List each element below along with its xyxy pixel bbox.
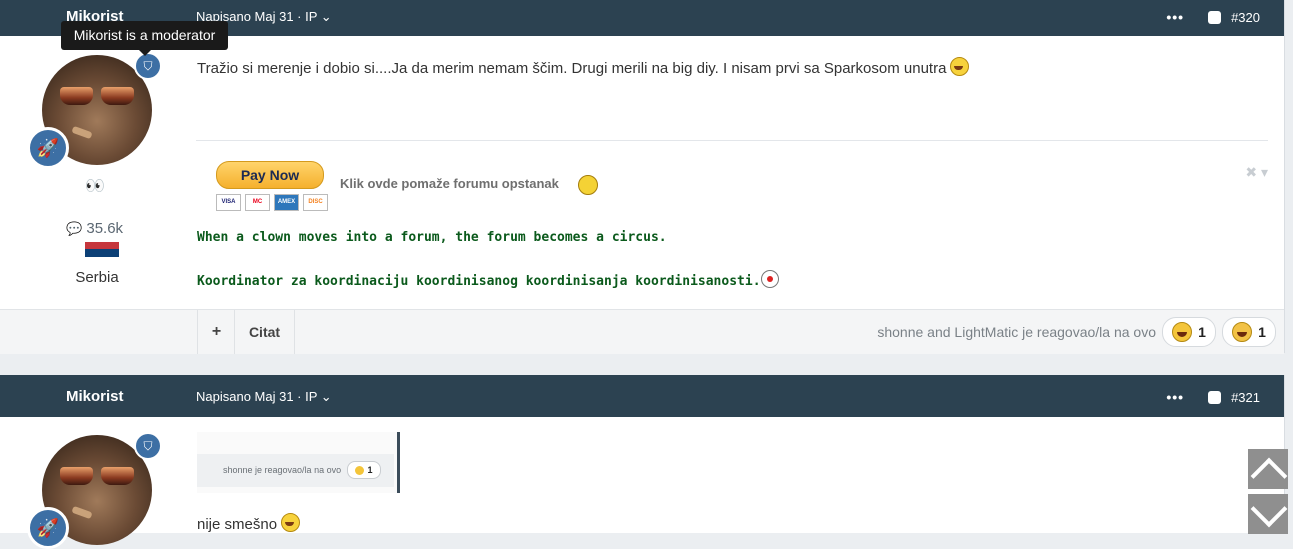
laughing-face-icon bbox=[355, 465, 365, 475]
post-controls: + Citat shonne and LightMatic je reagova… bbox=[0, 309, 1284, 354]
clown-face-icon bbox=[760, 270, 779, 288]
amex-card-icon: AMEX bbox=[274, 194, 299, 211]
avatar-cigar bbox=[71, 125, 93, 140]
more-options-icon[interactable]: ••• bbox=[1166, 9, 1184, 25]
flag-stripe-blue bbox=[85, 249, 119, 257]
payment-cards: VISA MC AMEX DISC bbox=[216, 194, 328, 211]
chevron-down-icon: ⌄ bbox=[320, 9, 332, 24]
visa-card-icon: VISA bbox=[216, 194, 241, 211]
reaction-count: 1 bbox=[1258, 324, 1266, 340]
scroll-to-top-button[interactable] bbox=[1248, 449, 1288, 495]
winking-smiley-icon bbox=[578, 175, 598, 195]
post-header-actions: ••• #320 bbox=[1166, 9, 1260, 25]
scroll-to-bottom-button[interactable] bbox=[1248, 490, 1288, 534]
laughing-face-icon bbox=[1172, 322, 1193, 342]
rocket-rank-icon[interactable]: 🚀 bbox=[27, 507, 69, 549]
rocket-rank-icon[interactable]: 🚀 bbox=[27, 127, 69, 169]
post-number[interactable]: #320 bbox=[1231, 10, 1260, 25]
paypal-widget: Pay Now VISA MC AMEX DISC bbox=[216, 161, 328, 211]
pay-now-button[interactable]: Pay Now bbox=[216, 161, 324, 189]
signature-link[interactable]: Klik ovde pomaže forumu opstanak bbox=[340, 176, 559, 191]
post-text: Tražio si merenje i dobio si....Ja da me… bbox=[197, 60, 947, 77]
reaction-tears-of-joy[interactable]: 1 bbox=[1222, 317, 1276, 347]
avatar-cigar bbox=[71, 505, 93, 520]
post-count: 💬 35.6k bbox=[66, 220, 124, 237]
screenshot-reaction-pill: 1 bbox=[347, 461, 381, 479]
select-post-checkbox[interactable] bbox=[1208, 10, 1222, 24]
embedded-screenshot: shonne je reagovao/la na ovo 1 bbox=[197, 432, 400, 493]
reaction-laughing[interactable]: 1 bbox=[1162, 317, 1216, 347]
signature-divider bbox=[196, 140, 1268, 141]
moderator-tooltip: Mikorist is a moderator bbox=[61, 21, 228, 56]
screenshot-reactions-text: shonne je reagovao/la na ovo bbox=[223, 465, 342, 475]
moderator-shield-icon[interactable]: ⛉ bbox=[134, 432, 162, 460]
reaction-count: 1 bbox=[1198, 324, 1206, 340]
chevron-up-icon bbox=[1250, 457, 1288, 495]
tongue-out-emoji-icon bbox=[281, 513, 301, 532]
signature-line: Koordinator za koordinaciju koordinisano… bbox=[197, 270, 779, 289]
reactions-summary[interactable]: shonne and LightMatic je reagovao/la na … bbox=[877, 324, 1156, 340]
post-content: Tražio si merenje i dobio si....Ja da me… bbox=[197, 57, 970, 77]
chevron-down-icon: ⌄ bbox=[320, 389, 332, 404]
serbia-flag-icon bbox=[85, 242, 119, 264]
multiquote-button[interactable]: + bbox=[197, 310, 235, 354]
quote-button[interactable]: Citat bbox=[234, 310, 295, 354]
flag-stripe-red bbox=[85, 242, 119, 250]
author-emoji: 👀 bbox=[85, 178, 105, 195]
chevron-down-icon bbox=[1250, 490, 1288, 528]
signature-line: When a clown moves into a forum, the for… bbox=[197, 230, 667, 245]
post-text: nije smešno bbox=[197, 516, 278, 533]
post-320: Mikorist Napisano Maj 31 · IP ⌄ ••• #320… bbox=[0, 0, 1285, 354]
discover-card-icon: DISC bbox=[303, 194, 328, 211]
author-name[interactable]: Mikorist bbox=[66, 388, 124, 405]
mastercard-icon: MC bbox=[245, 194, 270, 211]
more-options-icon[interactable]: ••• bbox=[1166, 389, 1184, 405]
author-country: Serbia bbox=[75, 269, 119, 286]
grinning-emoji-icon bbox=[950, 57, 970, 76]
post-321: Mikorist Napisano Maj 31 · IP ⌄ ••• #321… bbox=[0, 375, 1285, 549]
select-post-checkbox[interactable] bbox=[1208, 390, 1222, 404]
post-header: Mikorist Napisano Maj 31 · IP ⌄ ••• #321 bbox=[0, 375, 1284, 417]
post-header-actions: ••• #321 bbox=[1166, 389, 1260, 405]
avatar-sunglasses bbox=[60, 467, 134, 485]
flag-stripe-white bbox=[85, 256, 119, 264]
post-number[interactable]: #321 bbox=[1231, 390, 1260, 405]
post-meta[interactable]: Napisano Maj 31 · IP ⌄ bbox=[196, 389, 332, 405]
tears-of-joy-icon bbox=[1232, 322, 1253, 342]
close-icon[interactable]: ✖ ▾ bbox=[1245, 164, 1268, 181]
comment-bubble-icon: 💬 bbox=[66, 221, 83, 236]
moderator-shield-icon[interactable]: ⛉ bbox=[134, 52, 162, 80]
post-content: nije smešno bbox=[197, 513, 301, 533]
avatar-sunglasses bbox=[60, 87, 134, 105]
